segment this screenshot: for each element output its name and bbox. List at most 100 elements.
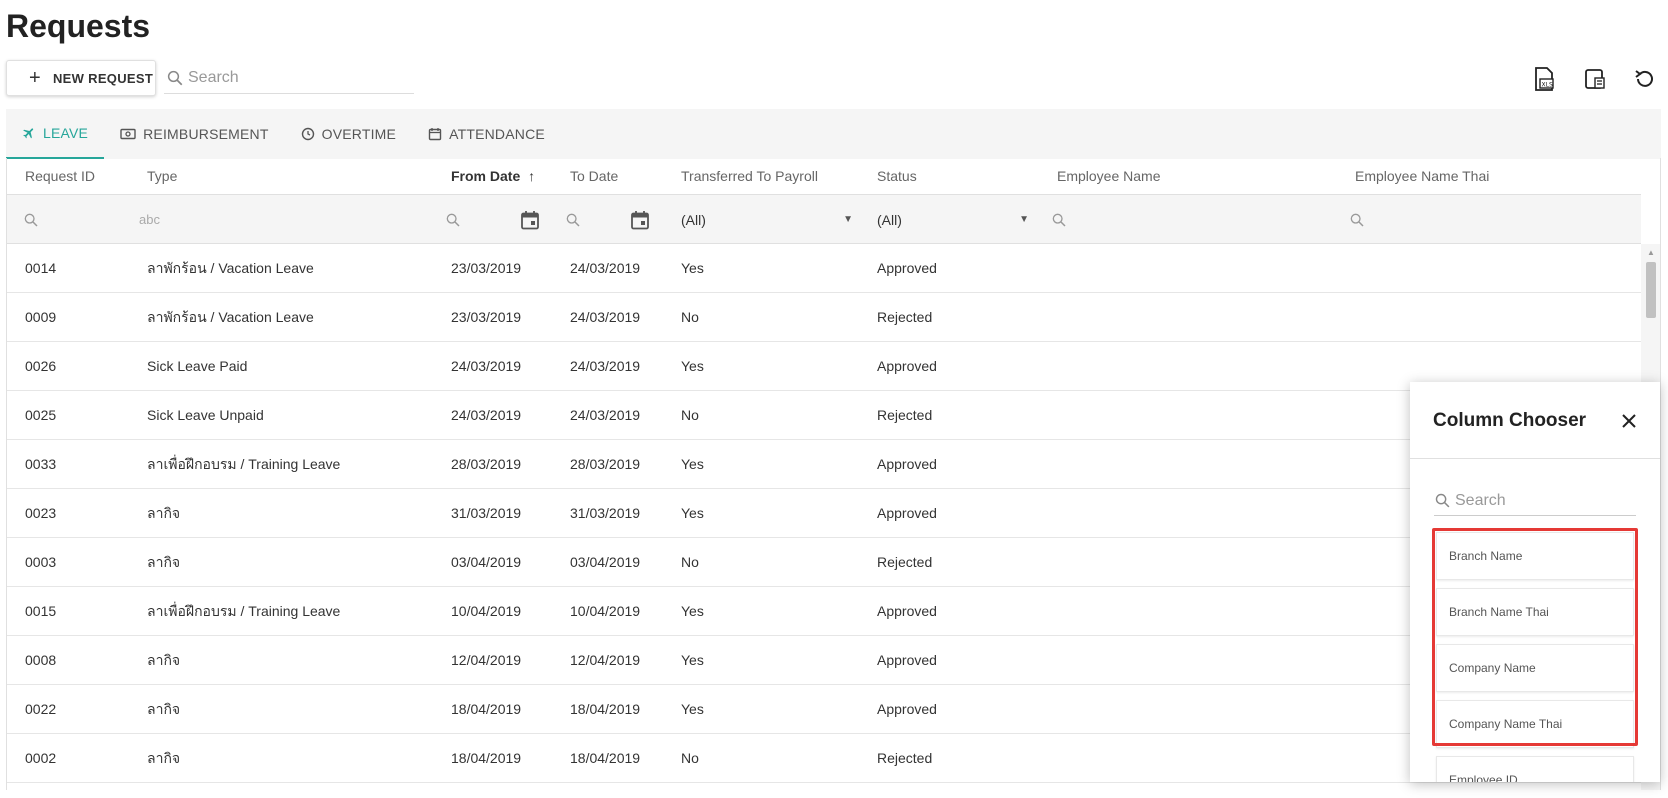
tab-leave[interactable]: LEAVE [6, 109, 105, 159]
tab-reimbursement[interactable]: REIMBURSEMENT [104, 109, 285, 159]
cell-type: ลากิจ [147, 701, 181, 717]
cell-request-id: 0002 [25, 750, 57, 766]
cell-transferred-to-payroll: No [681, 554, 699, 570]
filter-from-date-search[interactable] [445, 195, 461, 244]
cell-from-date: 12/04/2019 [451, 652, 522, 668]
cell-to-date: 24/03/2019 [570, 358, 641, 374]
table-row[interactable]: 0015 ลาเพื่อฝึกอบรม / Training Leave 10/04… [7, 587, 1641, 636]
new-request-label: NEW REQUEST [52, 70, 154, 86]
close-icon[interactable] [1616, 408, 1642, 434]
table-row[interactable]: 0022 ลากิจ 18/04/2019 18/04/2019 Yes Approved [7, 685, 1641, 734]
cell-type: ลาพักร้อน / Vacation Leave [147, 260, 314, 276]
column-header-status[interactable]: Status [877, 158, 917, 195]
table-row[interactable]: 0023 ลากิจ 31/03/2019 31/03/2019 Yes Approved [7, 489, 1641, 538]
column-item-branch-name-thai[interactable]: Branch Name Thai [1436, 588, 1634, 636]
cell-from-date: 31/03/2019 [451, 505, 522, 521]
cell-from-date: 23/03/2019 [451, 309, 522, 325]
tab-attendance[interactable]: ATTENDANCE [412, 109, 561, 159]
scroll-up-icon[interactable]: ▲ [1647, 248, 1655, 257]
tab-attendance-label: ATTENDANCE [449, 126, 545, 142]
cell-from-date: 10/04/2019 [451, 603, 522, 619]
cell-status: Rejected [877, 554, 933, 570]
cell-status: Rejected [877, 309, 933, 325]
cell-request-id: 0026 [25, 358, 57, 374]
table-row[interactable]: 0014 ลาพักร้อน / Vacation Leave 23/03/2019… [7, 244, 1641, 293]
cell-to-date: 31/03/2019 [570, 505, 641, 521]
column-chooser-search[interactable] [1434, 486, 1636, 516]
cell-status: Rejected [877, 750, 933, 766]
filter-payroll-value: (All) [681, 211, 706, 228]
column-header-request-id[interactable]: Request ID [25, 158, 95, 195]
cell-request-id: 0025 [25, 407, 57, 423]
cell-from-date: 18/04/2019 [451, 750, 522, 766]
cell-type: ลาเพื่อฝึกอบรม / Training Leave [147, 603, 341, 619]
plus-icon: + [29, 67, 41, 89]
filter-employee-name-thai[interactable] [1349, 195, 1365, 244]
cell-type: ลากิจ [147, 505, 181, 521]
filter-request-id[interactable] [23, 195, 39, 244]
filter-type[interactable]: abc [139, 195, 160, 244]
cell-transferred-to-payroll: Yes [681, 358, 704, 374]
filter-to-date-calendar[interactable] [630, 195, 650, 244]
clock-icon [301, 127, 314, 141]
filter-to-date-search[interactable] [565, 195, 581, 244]
tab-overtime[interactable]: OVERTIME [285, 109, 412, 159]
sort-ascending-icon: ↑ [528, 168, 536, 184]
cell-from-date: 28/03/2019 [451, 456, 522, 472]
filter-row: abc (All) ▼ (All) ▼ [7, 195, 1641, 244]
cell-request-id: 0022 [25, 701, 57, 717]
tab-leave-label: LEAVE [43, 125, 89, 141]
column-header-transferred-to-payroll[interactable]: Transferred To Payroll [681, 158, 818, 195]
cell-status: Approved [877, 456, 937, 472]
column-chooser-search-input[interactable] [1455, 491, 1625, 510]
column-item-company-name[interactable]: Company Name [1436, 644, 1634, 692]
table-row[interactable]: 0002 ลากิจ 18/04/2019 18/04/2019 No Rejected [7, 734, 1641, 783]
filter-employee-name[interactable] [1051, 195, 1067, 244]
filter-from-date-calendar[interactable] [520, 195, 540, 244]
cash-icon [120, 128, 136, 140]
search-field[interactable] [164, 62, 414, 94]
column-header-employee-name[interactable]: Employee Name [1057, 158, 1161, 195]
column-item-employee-id[interactable]: Employee ID [1436, 756, 1634, 782]
filter-status-value: (All) [877, 211, 902, 228]
column-item-company-name-thai[interactable]: Company Name Thai [1436, 700, 1634, 748]
search-icon [566, 213, 580, 227]
column-chooser-icon[interactable] [1582, 66, 1608, 92]
column-header-from-date[interactable]: From Date ↑ [451, 158, 535, 195]
filter-status-select[interactable]: (All) ▼ [877, 195, 1029, 244]
search-input[interactable] [188, 68, 388, 87]
table-row[interactable]: 0003 ลากิจ 03/04/2019 03/04/2019 No Rejected [7, 538, 1641, 587]
table-row[interactable]: 0008 ลากิจ 12/04/2019 12/04/2019 Yes Approved [7, 636, 1641, 685]
table-row[interactable]: 0033 ลาเพื่อฝึกอบรม / Training Leave 28/03… [7, 440, 1641, 489]
cell-to-date: 03/04/2019 [570, 554, 641, 570]
cell-request-id: 0003 [25, 554, 57, 570]
new-request-button[interactable]: + NEW REQUEST [6, 60, 156, 96]
cell-status: Approved [877, 652, 937, 668]
table-row[interactable]: 0026 Sick Leave Paid 24/03/2019 24/03/2019 Y… [7, 342, 1641, 391]
grid-body: 0014 ลาพักร้อน / Vacation Leave 23/03/2019… [7, 244, 1641, 783]
table-row[interactable]: 0009 ลาพักร้อน / Vacation Leave 23/03/2019… [7, 293, 1641, 342]
cell-transferred-to-payroll: Yes [681, 603, 704, 619]
export-excel-icon[interactable]: XLS [1531, 66, 1557, 92]
cell-request-id: 0023 [25, 505, 57, 521]
column-chooser-title: Column Chooser [1433, 410, 1587, 431]
column-header-to-date[interactable]: To Date [570, 158, 618, 195]
cell-status: Approved [877, 701, 937, 717]
cell-type: ลากิจ [147, 554, 181, 570]
column-header-employee-name-thai[interactable]: Employee Name Thai [1355, 158, 1489, 195]
calendar-icon [521, 210, 539, 229]
search-icon [24, 213, 38, 227]
grid-header: Request ID Type From Date ↑ To Date Tran… [7, 158, 1641, 195]
column-header-type[interactable]: Type [147, 158, 177, 195]
cell-to-date: 10/04/2019 [570, 603, 641, 619]
scrollbar-thumb[interactable] [1646, 262, 1656, 318]
calendar-icon [428, 128, 442, 141]
calendar-icon [631, 210, 649, 229]
search-icon [1435, 493, 1450, 508]
cell-to-date: 24/03/2019 [570, 309, 641, 325]
refresh-icon[interactable] [1631, 66, 1657, 92]
filter-payroll-select[interactable]: (All) ▼ [681, 195, 853, 244]
filter-type-placeholder: abc [139, 212, 160, 227]
column-item-branch-name[interactable]: Branch Name [1436, 532, 1634, 580]
table-row[interactable]: 0025 Sick Leave Unpaid 24/03/2019 24/03/201… [7, 391, 1641, 440]
